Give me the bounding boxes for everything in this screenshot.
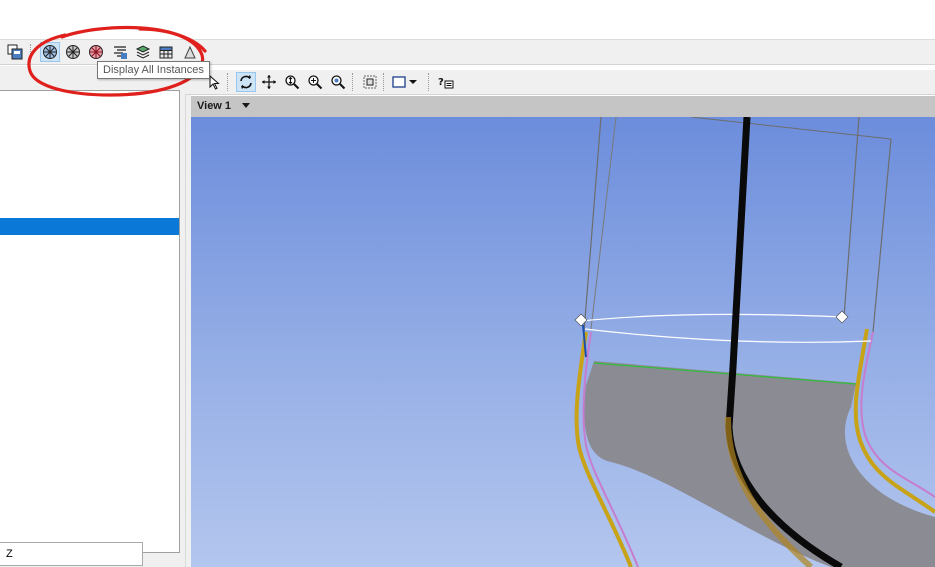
tooltip: Display All Instances — [97, 61, 210, 79]
z-field-value: Z — [6, 548, 13, 560]
zoom-icon[interactable] — [282, 72, 302, 92]
toolbar-grip[interactable] — [428, 73, 431, 91]
blade-surface — [584, 361, 935, 567]
rotate-icon[interactable] — [236, 72, 256, 92]
wireframe-edge — [872, 138, 892, 333]
control-point-right[interactable] — [835, 310, 849, 324]
z-field[interactable]: Z — [0, 542, 143, 566]
pan-icon[interactable] — [259, 72, 279, 92]
application-window: Z ? View 1 Display All Instances — [0, 0, 935, 567]
toolbar-grip[interactable] — [352, 73, 355, 91]
view-header: View 1 — [191, 96, 935, 117]
wireframe-edge — [690, 116, 892, 140]
left-panel — [0, 66, 185, 567]
mesh-edge-right-inner — [860, 331, 935, 498]
model-geometry — [574, 116, 935, 567]
toolbar-grip[interactable] — [227, 73, 230, 91]
view-menu-caret-icon[interactable] — [242, 103, 250, 108]
white-curve-lower — [584, 328, 872, 343]
svg-text:?: ? — [438, 77, 444, 88]
wireframe-edge — [843, 116, 860, 318]
tree-view[interactable] — [0, 90, 180, 553]
3d-viewport[interactable]: View 1 — [191, 96, 935, 567]
help-icon[interactable]: ? — [436, 72, 456, 92]
tooltip-text: Display All Instances — [103, 64, 204, 76]
toolbar-grip[interactable] — [383, 73, 386, 91]
zoom-fit-icon[interactable] — [328, 72, 348, 92]
zoom-box-icon[interactable] — [360, 72, 380, 92]
wireframe-edge — [590, 116, 617, 330]
white-curve-upper — [580, 313, 844, 322]
zoom-in-icon[interactable] — [305, 72, 325, 92]
viewport-scene[interactable] — [191, 116, 935, 567]
tree-selected-row[interactable] — [0, 218, 179, 235]
view-toolbar: ? — [185, 70, 935, 95]
wireframe-edge — [583, 116, 602, 333]
dropdown-arrow-icon[interactable] — [406, 72, 420, 92]
